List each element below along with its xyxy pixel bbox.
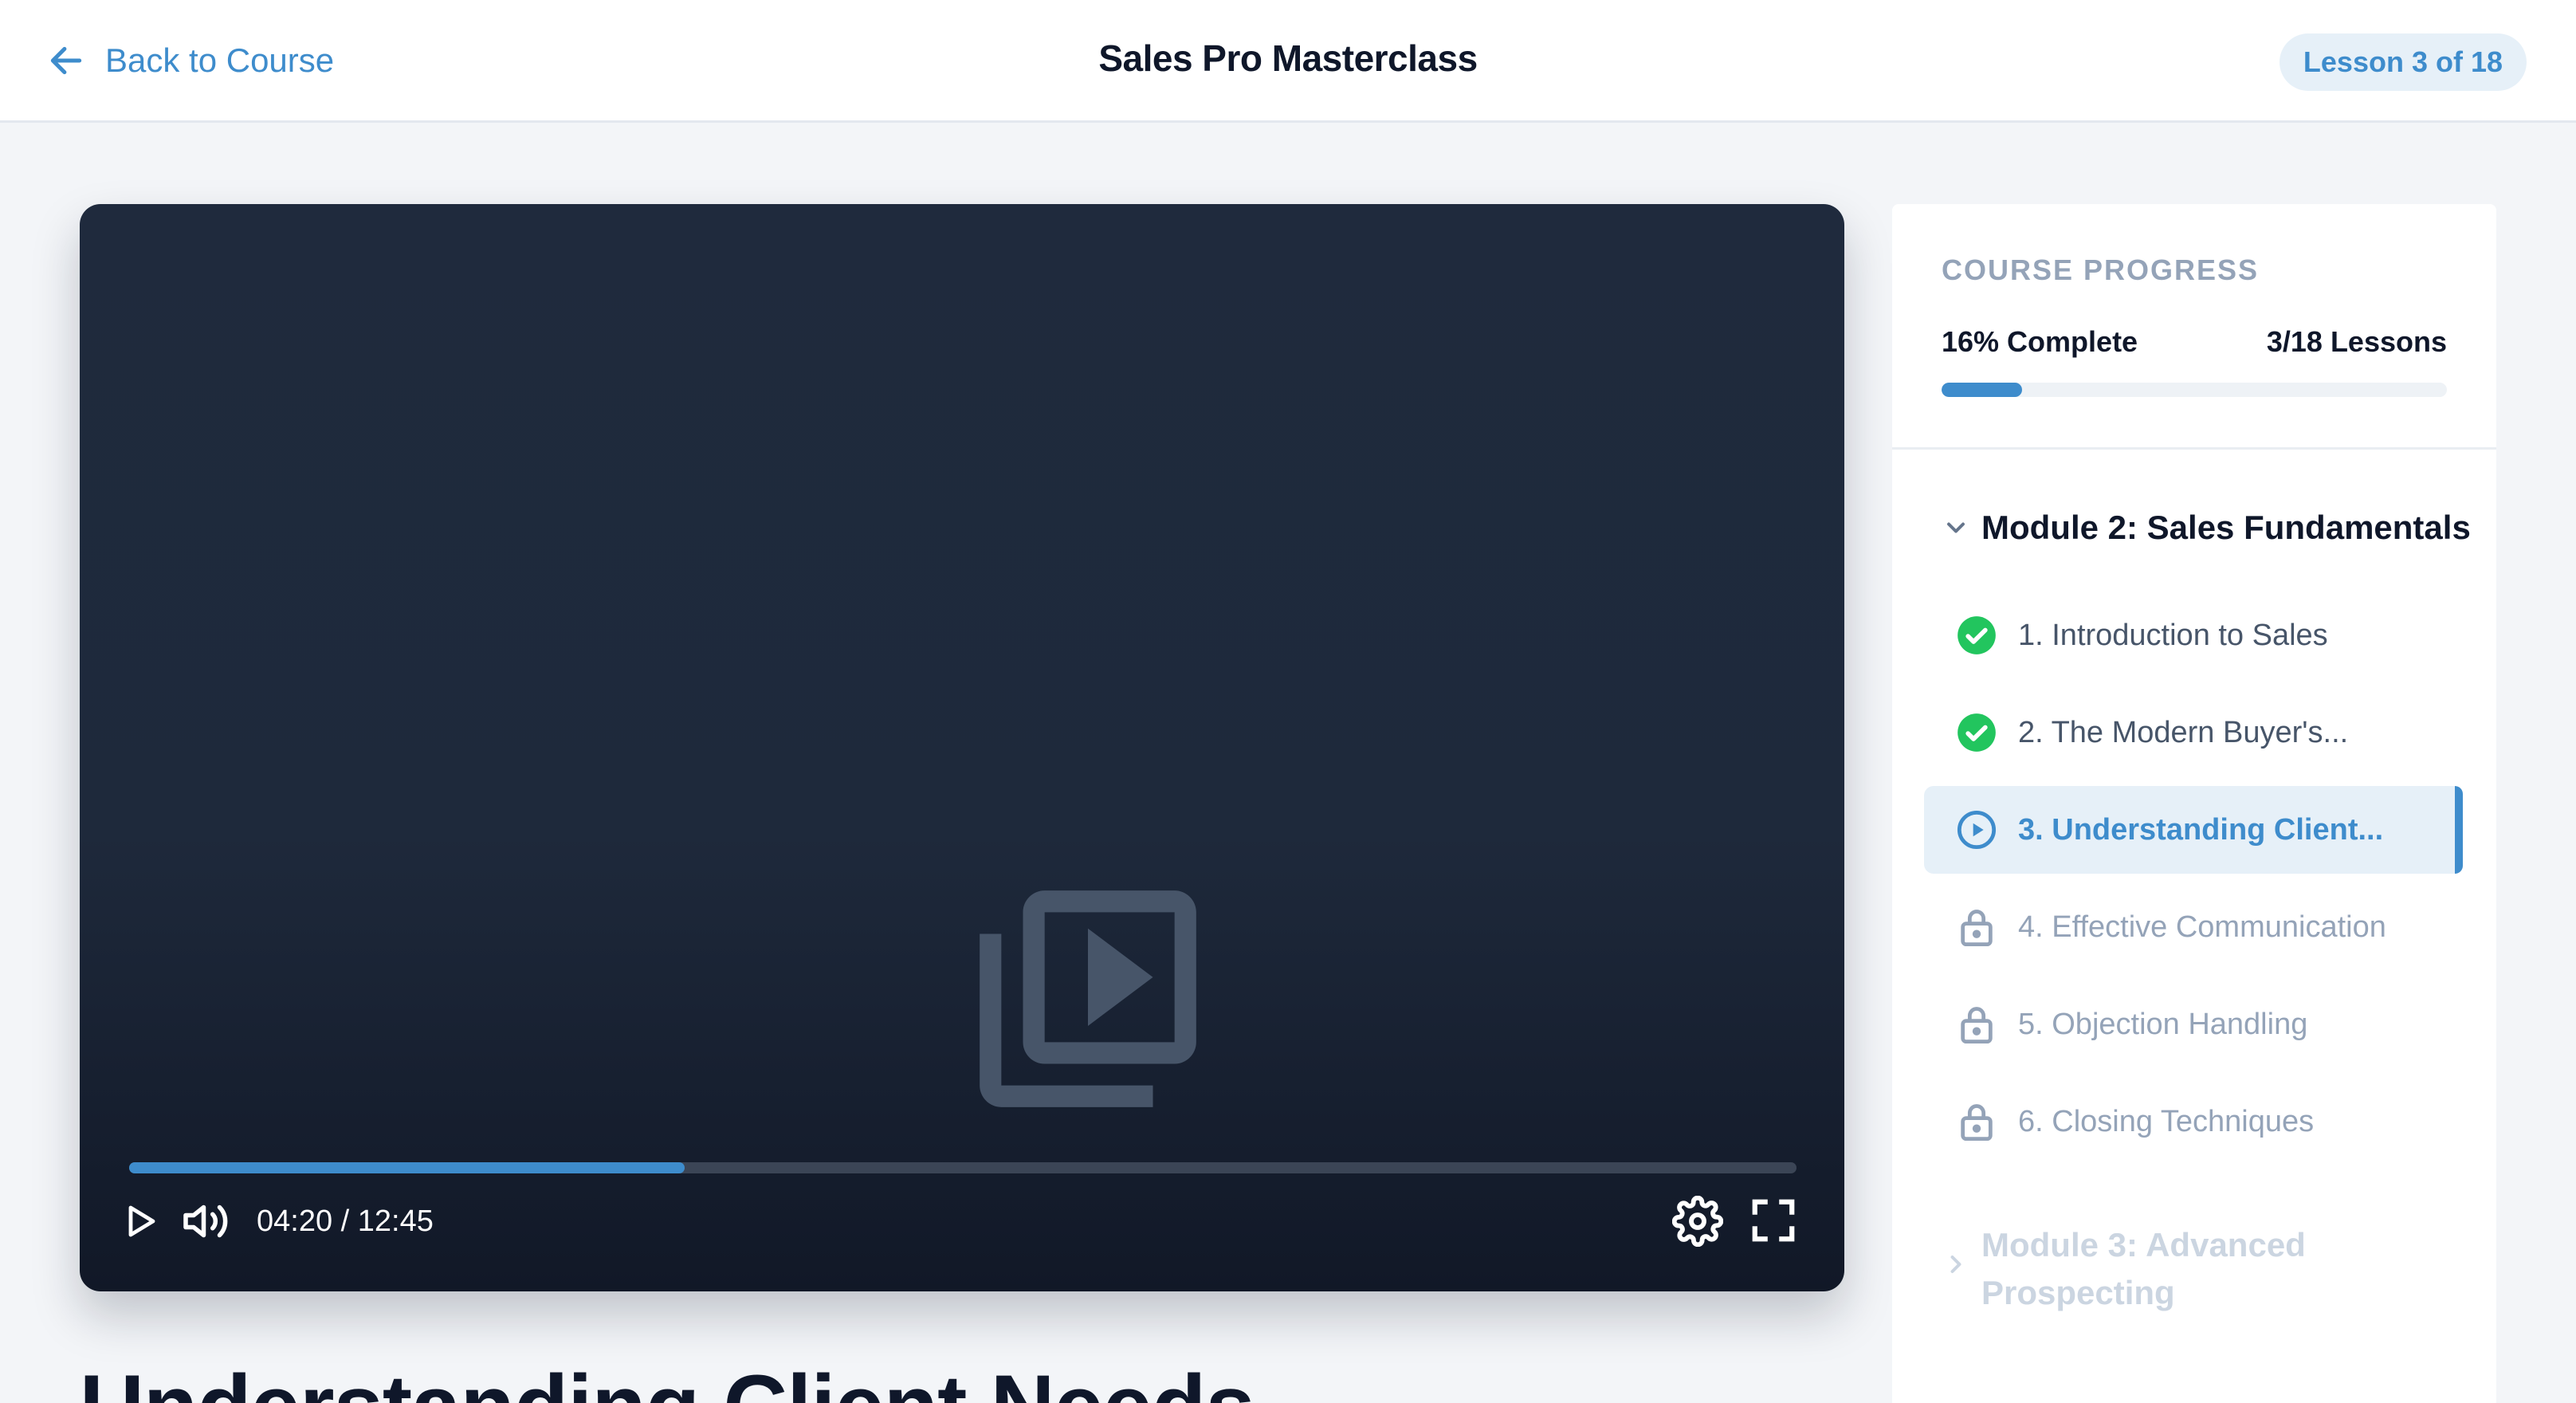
lock-icon xyxy=(1961,1007,1993,1044)
check-circle-icon xyxy=(1958,713,1996,752)
video-progress-fill xyxy=(129,1162,685,1173)
check-circle-icon xyxy=(1958,616,1996,654)
fullscreen-icon xyxy=(1752,1199,1795,1242)
play-icon xyxy=(128,1205,155,1237)
top-header: Back to Course Sales Pro Masterclass Les… xyxy=(0,0,2576,123)
video-library-icon xyxy=(980,890,1196,1107)
gear-icon xyxy=(1672,1196,1723,1247)
lesson-heading: Understanding Client Needs xyxy=(80,1355,1255,1403)
settings-button[interactable] xyxy=(1672,1196,1723,1247)
module-3-header[interactable]: Module 3: Advanced Prospecting xyxy=(1942,1221,2396,1317)
course-sidebar: COURSE PROGRESS 16% Complete 3/18 Lesson… xyxy=(1892,204,2496,1403)
lesson-label: 1. Introduction to Sales xyxy=(2018,618,2328,652)
lesson-item-5[interactable]: 5. Objection Handling xyxy=(1924,981,2463,1068)
video-player[interactable] xyxy=(80,204,1844,1291)
fullscreen-button[interactable] xyxy=(1749,1196,1798,1245)
video-progress-bar[interactable] xyxy=(129,1162,1797,1173)
lock-icon xyxy=(1961,910,1993,947)
lesson-item-3[interactable]: 3. Understanding Client... xyxy=(1924,786,2463,874)
percent-complete: 16% Complete xyxy=(1942,325,2138,358)
lock-icon xyxy=(1961,1104,1993,1142)
lesson-label: 2. The Modern Buyer's... xyxy=(2018,715,2349,749)
play-button[interactable] xyxy=(121,1201,159,1242)
lesson-item-4[interactable]: 4. Effective Communication xyxy=(1924,883,2463,971)
lesson-label: 3. Understanding Client... xyxy=(2018,812,2384,847)
lesson-item-6[interactable]: 6. Closing Techniques xyxy=(1924,1078,2463,1165)
volume-icon xyxy=(183,1205,228,1238)
module-3-title: Module 3: Advanced Prospecting xyxy=(1981,1226,2306,1311)
course-progress-caption: COURSE PROGRESS xyxy=(1942,253,2260,286)
course-progress-stats: 16% Complete 3/18 Lessons xyxy=(1942,325,2447,359)
video-time: 04:20 / 12:45 xyxy=(257,1205,434,1238)
course-progress-fill xyxy=(1942,383,2023,397)
module-2-title: Module 2: Sales Fundamentals xyxy=(1981,509,2471,546)
course-progress-bar xyxy=(1942,383,2447,397)
lesson-counter-badge: Lesson 3 of 18 xyxy=(2279,33,2527,91)
chevron-right-icon xyxy=(1950,1256,1961,1273)
chevron-down-icon xyxy=(1947,522,1965,533)
lesson-label: 6. Closing Techniques xyxy=(2018,1104,2315,1138)
lesson-item-2[interactable]: 2. The Modern Buyer's... xyxy=(1924,689,2463,776)
lessons-count: 3/18 Lessons xyxy=(2266,325,2447,358)
volume-button[interactable] xyxy=(182,1197,230,1245)
course-title: Sales Pro Masterclass xyxy=(1098,37,1478,79)
play-circle-icon xyxy=(1957,810,1997,850)
lesson-label: 4. Effective Communication xyxy=(2018,910,2386,944)
module-2-header[interactable]: Module 2: Sales Fundamentals xyxy=(1942,509,2471,547)
lesson-label: 5. Objection Handling xyxy=(2018,1007,2308,1041)
lesson-item-1[interactable]: 1. Introduction to Sales xyxy=(1924,591,2463,679)
course-progress-panel: COURSE PROGRESS 16% Complete 3/18 Lesson… xyxy=(1892,204,2496,450)
